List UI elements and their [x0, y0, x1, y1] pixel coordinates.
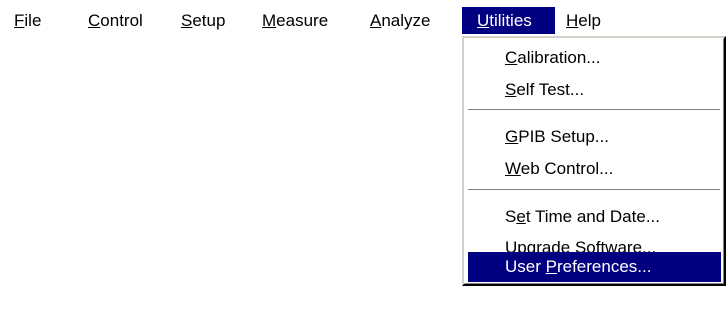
menu-setup-mnemonic: S [181, 11, 193, 30]
menu-setup[interactable]: Setup [181, 7, 235, 34]
menu-item-calibration-label: alibration... [517, 48, 601, 67]
menu-item-calibration[interactable]: Calibration... [468, 43, 721, 73]
menu-utilities-mnemonic: U [477, 11, 490, 30]
menu-control-mnemonic: C [88, 11, 101, 30]
menu-item-user-preferences-mnemonic: P [545, 257, 557, 276]
menu-bar: File Control Setup Measure Analyze Utili… [0, 0, 728, 38]
menu-item-gpib-setup[interactable]: GPIB Setup... [468, 122, 721, 152]
menu-file[interactable]: File [14, 7, 56, 34]
dropdown-bevel: Calibration... Self Test... GPIB Setup..… [464, 38, 724, 284]
menu-item-set-time-and-date-label: t Time and Date... [525, 207, 660, 226]
menu-measure[interactable]: Measure [262, 7, 344, 34]
menu-help-label: elp [578, 11, 601, 30]
menu-item-set-time-and-date-mnemonic: e [516, 207, 526, 226]
menu-control-label: ontrol [100, 11, 143, 30]
menu-item-self-test-mnemonic: S [505, 80, 517, 99]
menu-item-calibration-mnemonic: C [505, 48, 518, 67]
menu-item-web-control[interactable]: Web Control... [468, 154, 721, 184]
menu-separator [468, 189, 720, 191]
menu-item-user-preferences-prefix: User [505, 257, 546, 276]
menu-analyze[interactable]: Analyze [370, 7, 450, 34]
menu-item-web-control-mnemonic: W [505, 159, 521, 178]
menu-item-gpib-setup-label: PIB Setup... [518, 127, 609, 146]
menu-item-self-test-label: elf Test... [516, 80, 585, 99]
utilities-dropdown-menu: Calibration... Self Test... GPIB Setup..… [462, 36, 726, 286]
menu-help-mnemonic: H [566, 11, 579, 30]
menu-item-self-test[interactable]: Self Test... [468, 75, 721, 105]
menu-measure-mnemonic: M [262, 11, 277, 30]
menu-control[interactable]: Control [88, 7, 156, 34]
menu-utilities[interactable]: Utilities [462, 7, 555, 34]
menu-analyze-mnemonic: A [370, 11, 382, 30]
menu-item-set-time-and-date[interactable]: Set Time and Date... [468, 202, 721, 232]
menu-help[interactable]: Help [566, 7, 616, 34]
menu-item-user-preferences[interactable]: User Preferences... [468, 252, 721, 282]
menu-item-set-time-and-date-prefix: S [505, 207, 517, 226]
menu-utilities-label: tilities [489, 11, 532, 30]
menu-setup-label: etup [192, 11, 226, 30]
menu-item-gpib-setup-mnemonic: G [505, 127, 519, 146]
menu-item-user-preferences-label: references... [556, 257, 652, 276]
menu-analyze-label: nalyze [381, 11, 431, 30]
menu-file-mnemonic: F [14, 11, 25, 30]
menu-separator [468, 109, 720, 111]
menu-measure-label: easure [276, 11, 329, 30]
menu-file-label: ile [24, 11, 42, 30]
menu-item-web-control-label: eb Control... [520, 159, 614, 178]
